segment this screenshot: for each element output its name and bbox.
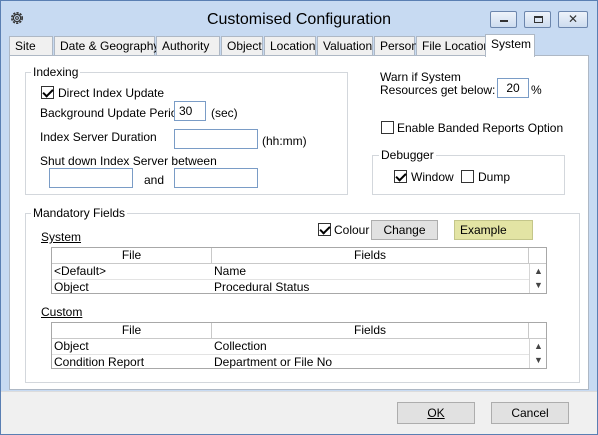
server-duration-label: Index Server Duration xyxy=(40,130,157,144)
system-section-label: System xyxy=(41,230,82,244)
warn-unit: % xyxy=(531,83,542,97)
scroll-down-icon[interactable]: ▼ xyxy=(534,281,543,290)
colour-checkbox[interactable] xyxy=(318,223,331,236)
table-row[interactable]: Object Procedural Status xyxy=(52,280,546,294)
shutdown-from-input[interactable] xyxy=(49,168,133,188)
table-row[interactable]: Condition Report Department or File No xyxy=(52,355,546,369)
shutdown-to-input[interactable] xyxy=(174,168,258,188)
custom-fields-table: File Fields Object Collection Condition … xyxy=(51,322,547,369)
system-panel: Indexing Direct Index Update Background … xyxy=(9,55,589,390)
tab-file-locations[interactable]: File Locations xyxy=(416,36,496,56)
row-fields: Procedural Status xyxy=(214,280,310,294)
direct-index-update-checkbox[interactable] xyxy=(41,86,54,99)
maximize-icon xyxy=(534,16,543,23)
change-colour-button[interactable]: Change xyxy=(371,220,438,240)
warn-label-line1: Warn if System xyxy=(380,70,461,84)
tab-site[interactable]: Site xyxy=(9,36,53,56)
row-file: Object xyxy=(54,280,89,294)
vertical-scrollbar[interactable]: ▲ ▼ xyxy=(529,339,546,368)
table-header: File Fields xyxy=(52,323,546,339)
ok-button[interactable]: OK xyxy=(397,402,475,424)
bg-period-label: Background Update Period xyxy=(40,106,185,120)
row-fields: Collection xyxy=(214,339,267,353)
close-icon: ✕ xyxy=(567,12,579,26)
system-fields-table: File Fields <Default> Name Object Proced… xyxy=(51,247,547,294)
tab-date-geography[interactable]: Date & Geography xyxy=(54,36,159,56)
tab-valuation[interactable]: Valuation xyxy=(317,36,373,56)
scroll-down-icon[interactable]: ▼ xyxy=(534,356,543,365)
column-header-file[interactable]: File xyxy=(52,323,212,339)
title-bar[interactable]: Customised Configuration ✕ xyxy=(1,1,597,34)
cancel-button-label: Cancel xyxy=(511,406,549,420)
tab-location[interactable]: Location xyxy=(264,36,316,56)
debugger-window-label: Window xyxy=(411,170,454,184)
dialog-footer: OK Cancel xyxy=(1,391,597,434)
tab-object[interactable]: Object xyxy=(221,36,263,56)
server-duration-input[interactable] xyxy=(174,129,258,149)
tab-system[interactable]: System xyxy=(485,34,535,57)
row-fields: Department or File No xyxy=(214,355,333,369)
shutdown-label: Shut down Index Server between xyxy=(40,154,217,168)
minimize-icon xyxy=(500,20,508,22)
custom-section-label: Custom xyxy=(41,305,83,319)
scroll-up-icon[interactable]: ▲ xyxy=(534,342,543,351)
tab-person[interactable]: Person xyxy=(374,36,418,56)
configuration-window: Customised Configuration ✕ Site Date & G… xyxy=(0,0,598,435)
server-duration-unit: (hh:mm) xyxy=(262,134,307,148)
warn-label-line2: Resources get below: xyxy=(380,83,496,97)
debugger-dump-label: Dump xyxy=(478,170,511,184)
bg-period-input[interactable]: 30 xyxy=(174,101,206,121)
colour-label: Colour xyxy=(334,223,370,237)
table-header: File Fields xyxy=(52,248,546,264)
indexing-group-title: Indexing xyxy=(31,65,81,79)
debugger-group-title: Debugger xyxy=(379,148,436,162)
tab-authority[interactable]: Authority xyxy=(156,36,220,56)
vertical-scrollbar[interactable]: ▲ ▼ xyxy=(529,264,546,293)
table-row[interactable]: Object Collection xyxy=(52,339,546,355)
row-fields: Name xyxy=(214,264,247,278)
ok-button-label: OK xyxy=(427,406,445,420)
column-header-file[interactable]: File xyxy=(52,248,212,264)
mandatory-fields-title: Mandatory Fields xyxy=(31,206,128,220)
and-label: and xyxy=(144,173,165,187)
warn-threshold-input[interactable]: 20 xyxy=(497,78,529,98)
direct-index-update-label: Direct Index Update xyxy=(58,86,165,100)
scroll-up-icon[interactable]: ▲ xyxy=(534,267,543,276)
table-row[interactable]: <Default> Name xyxy=(52,264,546,280)
debugger-group: Debugger Window Dump xyxy=(372,148,565,195)
row-file: Condition Report xyxy=(54,355,145,369)
banded-reports-checkbox[interactable] xyxy=(381,121,394,134)
colour-example-swatch: Example xyxy=(454,220,533,240)
close-button[interactable]: ✕ xyxy=(558,11,588,28)
debugger-dump-checkbox[interactable] xyxy=(461,170,474,183)
mandatory-fields-group: Mandatory Fields Colour Change Example S… xyxy=(25,206,580,383)
maximize-button[interactable] xyxy=(524,11,551,28)
row-file: Object xyxy=(54,339,89,353)
column-header-fields[interactable]: Fields xyxy=(212,323,529,339)
bg-period-unit: (sec) xyxy=(211,106,238,120)
banded-reports-label: Enable Banded Reports Option xyxy=(397,121,564,135)
minimize-button[interactable] xyxy=(490,11,517,28)
column-header-fields[interactable]: Fields xyxy=(212,248,529,264)
debugger-window-checkbox[interactable] xyxy=(394,170,407,183)
row-file: <Default> xyxy=(54,264,107,278)
indexing-group: Indexing Direct Index Update Background … xyxy=(25,65,348,195)
cancel-button[interactable]: Cancel xyxy=(491,402,569,424)
